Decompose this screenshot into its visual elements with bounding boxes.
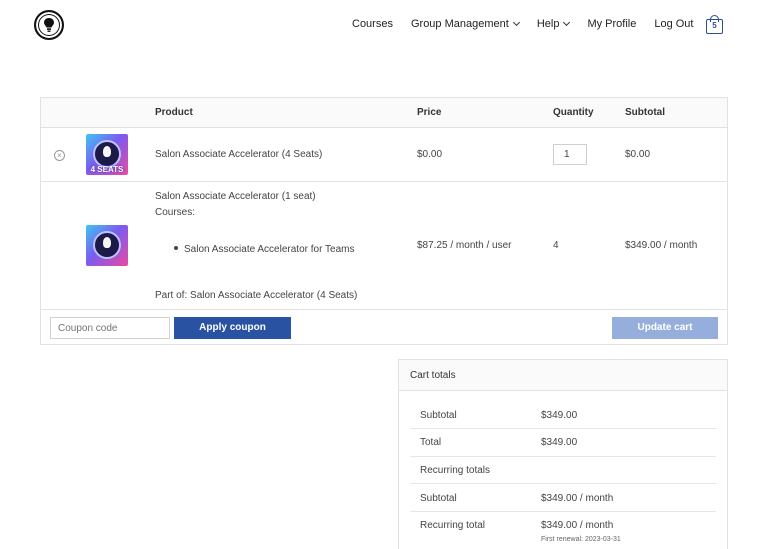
cart-table: Product Price Quantity Subtotal × 4 SEAT… xyxy=(40,97,728,345)
courses-label: Courses: xyxy=(155,207,196,218)
product-thumbnail[interactable]: 4 SEATS xyxy=(86,134,128,175)
nav-my-profile[interactable]: My Profile xyxy=(587,18,636,30)
badge-graphic xyxy=(93,140,121,168)
nav-courses[interactable]: Courses xyxy=(352,18,393,30)
header-product: Product xyxy=(155,107,193,118)
first-renewal-date: First renewal: 2023-03-31 xyxy=(541,536,621,543)
cart-totals: Cart totals Subtotal $349.00 Total $349.… xyxy=(398,359,728,549)
site-header: Courses Group Management Help My Profile… xyxy=(0,0,768,52)
total-value: $349.00 xyxy=(541,437,578,448)
part-of-label: Part of: xyxy=(155,290,188,301)
coupon-code-input[interactable] xyxy=(50,317,170,339)
product-price: $0.00 xyxy=(417,149,443,160)
recurring-subtotal-label: Subtotal xyxy=(420,493,457,504)
table-header: Product Price Quantity Subtotal xyxy=(41,98,727,128)
subtotal-value: $349.00 xyxy=(541,410,578,421)
product-name[interactable]: Salon Associate Accelerator (1 seat) xyxy=(155,191,316,202)
chevron-down-icon xyxy=(512,18,520,27)
remove-circle-icon[interactable]: × xyxy=(54,150,65,161)
apply-coupon-button[interactable]: Apply coupon xyxy=(174,317,291,339)
nav-help[interactable]: Help xyxy=(536,18,571,30)
cart-count-badge: 5 xyxy=(706,19,723,34)
nav-log-out[interactable]: Log Out xyxy=(654,18,693,30)
totals-row-total: Total $349.00 xyxy=(410,429,716,457)
product-subtotal: $0.00 xyxy=(625,149,651,160)
nav-group-management-label: Group Management xyxy=(410,18,509,30)
course-list-item: Salon Associate Accelerator for Teams xyxy=(174,244,354,255)
totals-row-recurring-total: Recurring total $349.00 / month First re… xyxy=(410,512,716,549)
recurring-total-value: $349.00 / month xyxy=(541,520,614,531)
thumbnail-seats-label: 4 SEATS xyxy=(90,165,124,174)
totals-row-subtotal: Subtotal $349.00 xyxy=(410,401,716,429)
total-label: Total xyxy=(420,437,442,448)
update-cart-button[interactable]: Update cart xyxy=(612,317,718,339)
recurring-totals-label: Recurring totals xyxy=(420,465,491,476)
product-price: $87.25 / month / user xyxy=(417,240,512,251)
recurring-subtotal-value: $349.00 / month xyxy=(541,493,614,504)
cart-actions-row: Apply coupon Update cart xyxy=(41,310,727,345)
product-thumbnail[interactable] xyxy=(86,225,128,266)
part-of-line: Part of: Salon Associate Accelerator (4 … xyxy=(155,290,357,301)
nav-group-management[interactable]: Group Management xyxy=(410,18,520,30)
product-name[interactable]: Salon Associate Accelerator (4 Seats) xyxy=(155,149,322,160)
totals-row-recurring-subtotal: Subtotal $349.00 / month xyxy=(410,484,716,512)
recurring-total-label: Recurring total xyxy=(420,520,486,531)
table-row: × 4 SEATS Salon Associate Accelerator (4… xyxy=(41,128,727,182)
header-price: Price xyxy=(417,107,442,118)
lightbulb-logo-icon[interactable] xyxy=(34,10,64,40)
subtotal-label: Subtotal xyxy=(420,410,457,421)
part-of-link[interactable]: Salon Associate Accelerator (4 Seats) xyxy=(190,290,357,301)
product-quantity: 4 xyxy=(553,240,559,251)
badge-graphic xyxy=(93,231,121,259)
totals-row-recurring-heading: Recurring totals xyxy=(410,457,716,484)
quantity-input[interactable]: 1 xyxy=(553,144,587,165)
product-subtotal: $349.00 / month xyxy=(625,240,698,251)
cart-totals-title: Cart totals xyxy=(410,370,456,381)
bullet xyxy=(174,246,178,251)
header-quantity: Quantity xyxy=(553,107,594,118)
course-item-label: Salon Associate Accelerator for Teams xyxy=(184,244,355,255)
main-nav: Courses Group Management Help My Profile… xyxy=(352,18,693,30)
cart-totals-header: Cart totals xyxy=(399,360,727,391)
header-subtotal: Subtotal xyxy=(625,107,665,118)
table-row: Salon Associate Accelerator (1 seat) Cou… xyxy=(41,182,727,310)
shopping-bag-icon[interactable]: 5 xyxy=(706,15,724,35)
chevron-down-icon xyxy=(563,18,571,27)
nav-help-label: Help xyxy=(536,18,560,30)
